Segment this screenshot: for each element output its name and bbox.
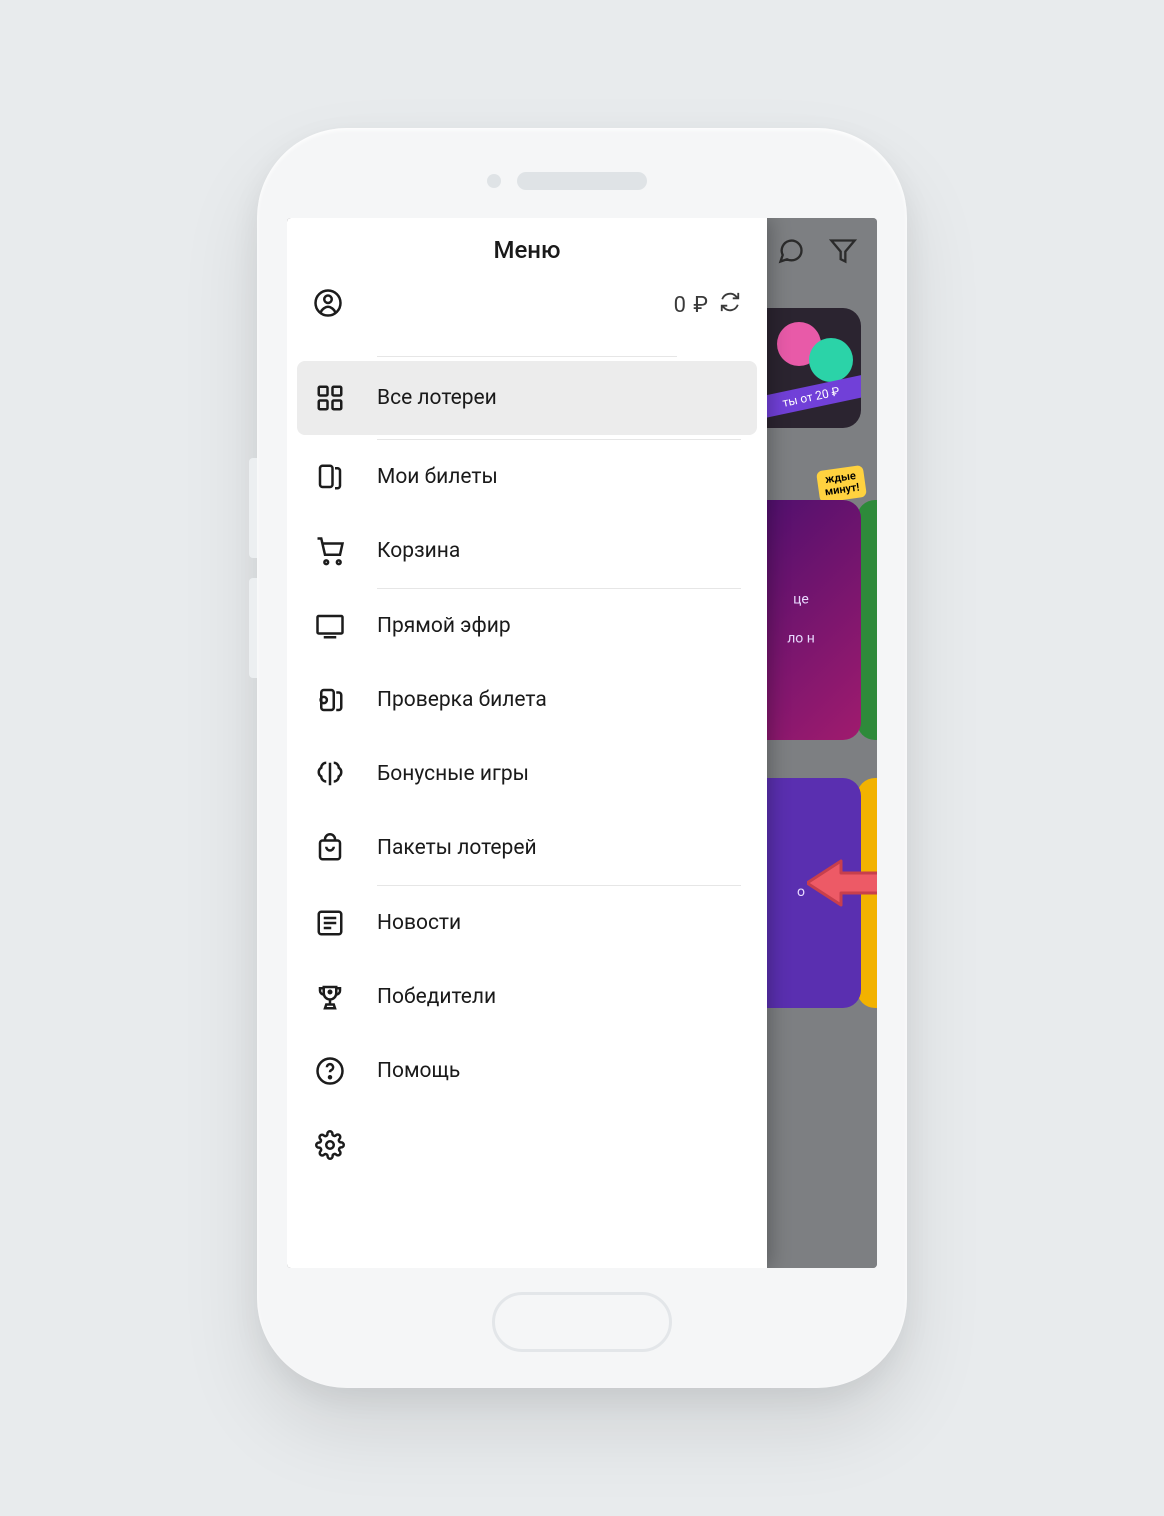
tickets-icon bbox=[313, 462, 347, 492]
volume-up-button bbox=[249, 458, 257, 558]
menu-label: Победители bbox=[377, 985, 496, 1009]
menu-label: Пакеты лотерей bbox=[377, 836, 537, 860]
volume-down-button bbox=[249, 578, 257, 678]
filter-icon[interactable] bbox=[829, 237, 857, 269]
chat-icon[interactable] bbox=[777, 237, 805, 269]
refresh-icon[interactable] bbox=[719, 291, 741, 319]
balance-amount: 0 ₽ bbox=[674, 293, 709, 318]
menu-item-live[interactable]: Прямой эфир bbox=[287, 589, 767, 663]
menu-label: Новости bbox=[377, 911, 461, 935]
grid-icon bbox=[313, 383, 347, 413]
menu-label: Проверка билета bbox=[377, 688, 547, 712]
menu-item-settings-partial[interactable] bbox=[287, 1108, 767, 1160]
yellow-badge: ждыеминут! bbox=[816, 465, 867, 503]
screen: ты от 20 ₽ ждыеминут! цело н 2 о Меню bbox=[287, 218, 877, 1268]
menu-item-winners[interactable]: Победители bbox=[287, 960, 767, 1034]
menu-item-cart[interactable]: Корзина bbox=[287, 514, 767, 588]
navigation-drawer: Меню 0 ₽ Все лотереи bbox=[287, 218, 767, 1268]
trophy-icon bbox=[313, 982, 347, 1012]
menu-item-news[interactable]: Новости bbox=[287, 886, 767, 960]
news-icon bbox=[313, 908, 347, 938]
menu-label: Прямой эфир bbox=[377, 614, 511, 638]
menu-item-all-lotteries[interactable]: Все лотереи bbox=[297, 361, 757, 435]
menu-label: Все лотереи bbox=[377, 386, 497, 410]
gear-icon bbox=[313, 1130, 347, 1160]
profile-icon[interactable] bbox=[313, 288, 343, 322]
menu-item-check-ticket[interactable]: Проверка билета bbox=[287, 663, 767, 737]
menu-label: Бонусные игры bbox=[377, 762, 529, 786]
cart-icon bbox=[313, 536, 347, 566]
brain-icon bbox=[313, 759, 347, 789]
shopping-bag-icon bbox=[313, 833, 347, 863]
drawer-title: Меню bbox=[287, 218, 767, 274]
help-icon bbox=[313, 1056, 347, 1086]
menu-item-help[interactable]: Помощь bbox=[287, 1034, 767, 1108]
menu-label: Помощь bbox=[377, 1059, 460, 1083]
menu-label: Мои билеты bbox=[377, 465, 498, 489]
menu-item-bonus-games[interactable]: Бонусные игры bbox=[287, 737, 767, 811]
home-button bbox=[492, 1292, 672, 1352]
check-ticket-icon bbox=[313, 685, 347, 715]
monitor-icon bbox=[313, 611, 347, 641]
phone-frame: ты от 20 ₽ ждыеминут! цело н 2 о Меню bbox=[257, 128, 907, 1388]
menu-item-lottery-packs[interactable]: Пакеты лотерей bbox=[287, 811, 767, 885]
menu-label: Корзина bbox=[377, 539, 460, 563]
menu-item-my-tickets[interactable]: Мои билеты bbox=[287, 440, 767, 514]
